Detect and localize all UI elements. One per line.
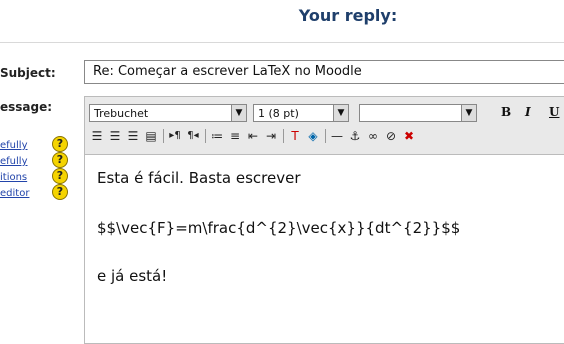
link-icon[interactable]: ∞ (365, 127, 381, 145)
align-center-icon[interactable]: ☰ (107, 127, 123, 145)
help-link-3[interactable]: itions (0, 172, 27, 183)
help-icon[interactable]: ? (52, 184, 68, 200)
message-line: $$\vec{F}=m\frac{d^{2}\vec{x}}{dt^{2}}$$ (97, 219, 461, 237)
toolbar-separator (283, 129, 284, 143)
divider (0, 42, 564, 43)
message-label: essage: (0, 100, 53, 114)
editor-toolbar: Trebuchet ▼ 1 (8 pt) ▼ ▼ B I U ☰ ☰ ☰ ▤ ▸… (84, 96, 564, 154)
ordered-list-icon[interactable]: ≔ (209, 127, 225, 145)
chevron-down-icon: ▼ (461, 105, 476, 121)
background-color-icon[interactable]: ◈ (305, 127, 321, 145)
heading-format-select[interactable]: ▼ (359, 104, 477, 122)
justify-icon[interactable]: ▤ (143, 127, 159, 145)
chevron-down-icon: ▼ (231, 105, 246, 121)
indent-icon[interactable]: ⇥ (263, 127, 279, 145)
outdent-icon[interactable]: ⇤ (245, 127, 261, 145)
help-link-1[interactable]: efully (0, 140, 28, 151)
anchor-icon[interactable]: ⚓ (347, 127, 363, 145)
font-size-select[interactable]: 1 (8 pt) ▼ (253, 104, 349, 122)
ltr-icon[interactable]: ▸¶ (167, 127, 183, 145)
underline-button[interactable]: U (549, 105, 559, 119)
font-family-select[interactable]: Trebuchet ▼ (89, 104, 247, 122)
horizontal-rule-icon[interactable]: — (329, 127, 345, 145)
toolbar-separator (163, 129, 164, 143)
remove-icon[interactable]: ✖ (401, 127, 417, 145)
help-icon[interactable]: ? (52, 152, 68, 168)
help-icon[interactable]: ? (52, 168, 68, 184)
font-family-value: Trebuchet (94, 107, 149, 120)
bold-button[interactable]: B (501, 105, 511, 119)
align-left-icon[interactable]: ☰ (89, 127, 105, 145)
help-link-4[interactable]: editor (0, 188, 29, 199)
message-line: e já está! (97, 267, 168, 285)
rtl-icon[interactable]: ¶◂ (185, 127, 201, 145)
help-link-2[interactable]: efully (0, 156, 28, 167)
message-editor[interactable]: Esta é fácil. Basta escrever $$\vec{F}=m… (84, 154, 564, 344)
unordered-list-icon[interactable]: ≡ (227, 127, 243, 145)
subject-label: Subject: (0, 66, 56, 80)
toolbar-separator (325, 129, 326, 143)
chevron-down-icon: ▼ (333, 105, 348, 121)
font-size-value: 1 (8 pt) (258, 107, 299, 120)
help-icon[interactable]: ? (52, 136, 68, 152)
italic-button[interactable]: I (525, 105, 531, 119)
subject-input[interactable]: Re: Começar a escrever LaTeX no Moodle (84, 60, 564, 84)
message-line: Esta é fácil. Basta escrever (97, 169, 301, 187)
text-color-icon[interactable]: T (287, 127, 303, 145)
unlink-icon[interactable]: ⊘ (383, 127, 399, 145)
reply-heading: Your reply: (298, 6, 398, 25)
align-right-icon[interactable]: ☰ (125, 127, 141, 145)
toolbar-separator (205, 129, 206, 143)
